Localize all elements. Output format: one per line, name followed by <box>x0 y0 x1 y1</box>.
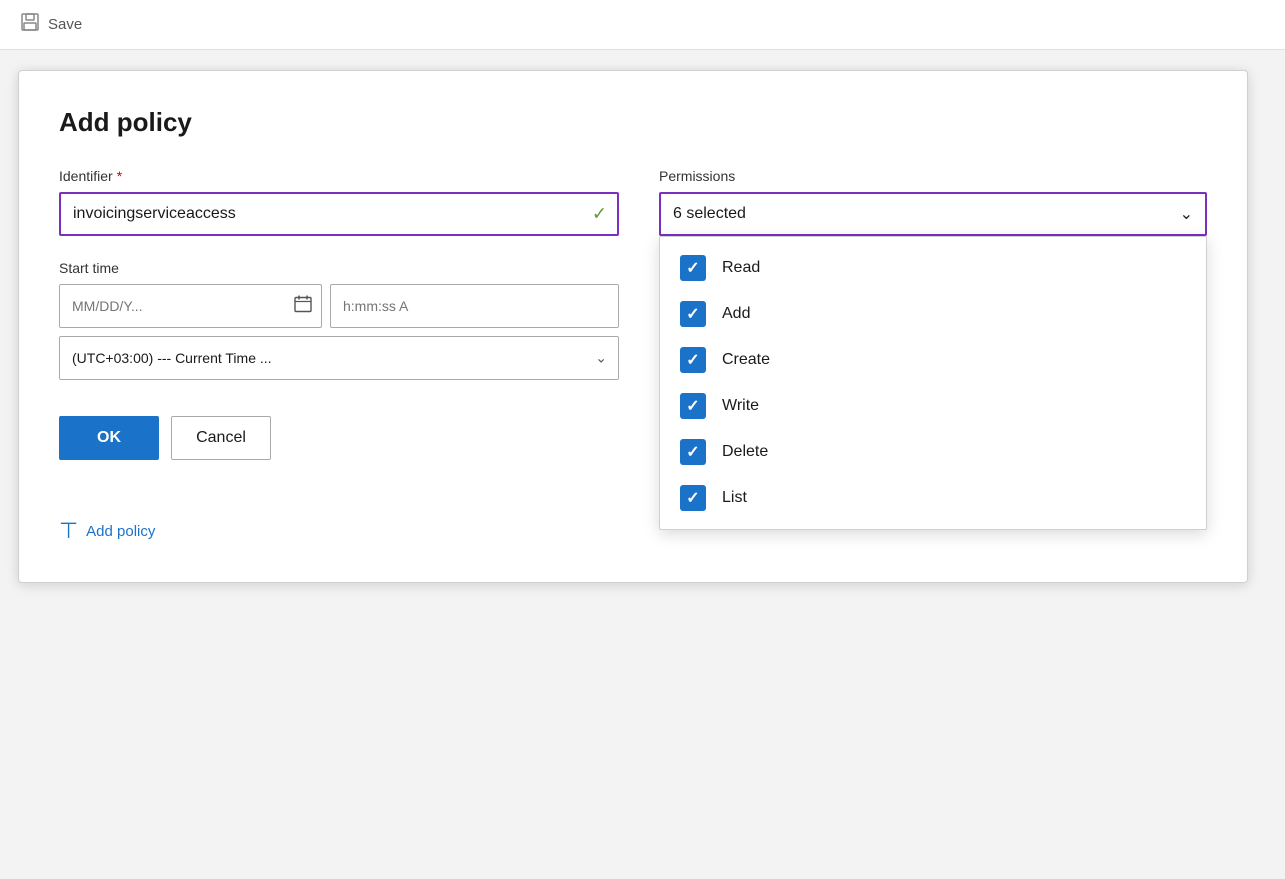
permissions-selected-count: 6 selected <box>673 205 746 223</box>
required-star: * <box>117 168 122 184</box>
permission-item-add[interactable]: ✓ Add <box>660 291 1206 337</box>
permission-label-write: Write <box>722 397 759 415</box>
permission-label-create: Create <box>722 351 770 369</box>
permission-checkbox-write: ✓ <box>680 393 706 419</box>
permissions-chevron-icon: ⌄ <box>1180 204 1193 224</box>
timezone-wrapper: (UTC+03:00) --- Current Time ... (UTC+00… <box>59 336 619 380</box>
form-right-col: Permissions 6 selected ⌄ ✓ Read <box>659 168 1207 236</box>
permissions-list: ✓ Read ✓ Add ✓ Create <box>659 236 1207 530</box>
permissions-label: Permissions <box>659 168 1207 184</box>
save-icon <box>20 12 40 37</box>
permission-label-delete: Delete <box>722 443 768 461</box>
form-left-col: Identifier * ✓ Start time <box>59 168 619 460</box>
toolbar: Save <box>0 0 1285 50</box>
permission-checkbox-read: ✓ <box>680 255 706 281</box>
save-label: Save <box>48 16 82 33</box>
calendar-icon <box>294 295 312 318</box>
permission-label-read: Read <box>722 259 760 277</box>
start-time-label: Start time <box>59 260 619 276</box>
permission-checkbox-create: ✓ <box>680 347 706 373</box>
dialog-title: Add policy <box>59 107 1207 138</box>
identifier-input[interactable] <box>59 192 619 236</box>
date-input[interactable] <box>59 284 322 328</box>
permission-checkbox-add: ✓ <box>680 301 706 327</box>
identifier-input-wrapper: ✓ <box>59 192 619 236</box>
permission-label-add: Add <box>722 305 750 323</box>
permission-label-list: List <box>722 489 747 507</box>
cancel-button[interactable]: Cancel <box>171 416 271 460</box>
permission-checkbox-list: ✓ <box>680 485 706 511</box>
ok-button[interactable]: OK <box>59 416 159 460</box>
permission-item-delete[interactable]: ✓ Delete <box>660 429 1206 475</box>
date-input-wrapper <box>59 284 322 328</box>
add-policy-plus-icon: ⊤ <box>59 520 78 542</box>
permissions-dropdown-trigger[interactable]: 6 selected ⌄ <box>659 192 1207 236</box>
permission-checkbox-delete: ✓ <box>680 439 706 465</box>
add-policy-dialog: Add policy Identifier * ✓ Start time <box>18 70 1248 583</box>
identifier-label: Identifier * <box>59 168 619 184</box>
add-policy-link-label: Add policy <box>86 523 155 540</box>
permission-item-read[interactable]: ✓ Read <box>660 245 1206 291</box>
permission-item-list[interactable]: ✓ List <box>660 475 1206 521</box>
time-input[interactable] <box>330 284 619 328</box>
page-background: Add policy Identifier * ✓ Start time <box>0 50 1285 879</box>
timezone-select[interactable]: (UTC+03:00) --- Current Time ... (UTC+00… <box>59 336 619 380</box>
permission-item-create[interactable]: ✓ Create <box>660 337 1206 383</box>
permission-item-write[interactable]: ✓ Write <box>660 383 1206 429</box>
time-row <box>59 284 619 328</box>
form-row: Identifier * ✓ Start time <box>59 168 1207 460</box>
check-icon: ✓ <box>592 204 607 225</box>
button-row: OK Cancel <box>59 416 619 460</box>
